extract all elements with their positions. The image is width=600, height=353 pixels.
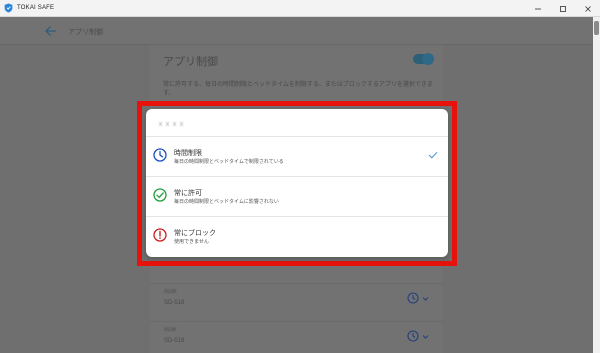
chevron-down-icon[interactable] <box>422 295 429 302</box>
clock-icon <box>407 330 419 342</box>
section-description: 常に許可する、毎日の時間制限とベッドタイムを制限する、またはブロックするアプリを… <box>163 82 433 97</box>
app-row[interactable]: ADB SD-518 <box>150 283 443 321</box>
option-description: 使用できません <box>174 239 209 245</box>
option-always-block[interactable]: 常にブロック 使用できません <box>146 217 448 257</box>
scroll-thumb[interactable] <box>594 21 599 35</box>
close-button[interactable] <box>575 0 600 17</box>
option-description: 毎日の時間制限とベッドタイムに影響されない <box>174 199 279 205</box>
shield-app-icon <box>4 3 13 13</box>
window-controls <box>525 0 600 17</box>
window-titlebar: TOKAI SAFE <box>0 0 600 17</box>
app-row-id: SD-518 <box>164 338 185 344</box>
back-arrow-icon[interactable] <box>44 24 58 38</box>
dialog-header: ｘｘｘｘ <box>146 109 448 137</box>
maximize-button[interactable] <box>550 0 575 17</box>
app-bar: アプリ制御 <box>0 17 593 45</box>
window-title: TOKAI SAFE <box>17 5 55 11</box>
app-row-name: ADB <box>164 327 177 333</box>
checkmark-icon <box>428 151 438 159</box>
chevron-down-icon[interactable] <box>422 333 429 340</box>
window-scrollbar[interactable] <box>593 17 600 353</box>
minimize-icon <box>534 8 541 9</box>
maximize-icon <box>559 5 566 12</box>
option-label: 常にブロック <box>174 230 216 237</box>
appbar-title: アプリ制御 <box>68 29 103 36</box>
option-always-allow[interactable]: 常に許可 毎日の時間制限とベッドタイムに影響されない <box>146 177 448 217</box>
close-icon <box>584 5 591 12</box>
option-label: 常に許可 <box>174 190 202 197</box>
alert-circle-icon <box>153 228 167 242</box>
option-description: 毎日の時間制限とベッドタイムで制限されている <box>174 159 284 165</box>
app-row[interactable]: ADB SD-518 <box>150 321 443 353</box>
minimize-button[interactable] <box>525 0 550 17</box>
dialog-app-name: ｘｘｘｘ <box>157 121 185 128</box>
check-circle-icon <box>153 188 167 202</box>
option-label: 時間制限 <box>174 150 202 157</box>
app-row-name: ADB <box>164 289 177 295</box>
app-control-dialog: ｘｘｘｘ 時間制限 毎日の時間制限とベッドタイムで制限されている 常に許可 毎日… <box>146 109 448 257</box>
app-control-toggle[interactable] <box>413 53 434 65</box>
clock-icon <box>407 292 419 304</box>
option-time-limit[interactable]: 時間制限 毎日の時間制限とベッドタイムで制限されている <box>146 137 448 177</box>
clock-icon <box>153 148 167 162</box>
toggle-knob <box>422 53 434 65</box>
section-title: アプリ制御 <box>163 56 218 68</box>
app-row-id: SD-518 <box>164 300 185 306</box>
